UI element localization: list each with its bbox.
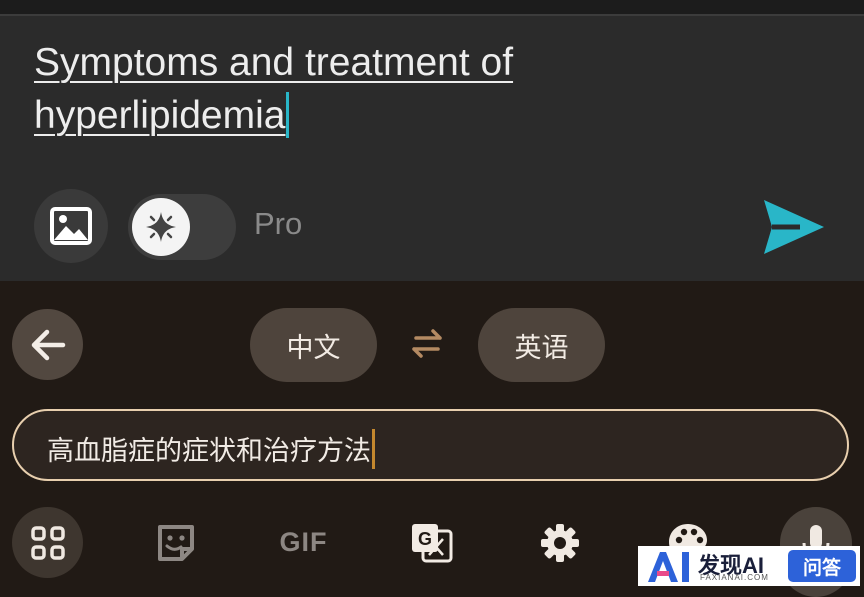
settings-button[interactable] xyxy=(524,507,595,578)
pro-label: Pro xyxy=(254,206,303,241)
text-cursor xyxy=(286,92,290,138)
gear-icon xyxy=(540,523,579,562)
source-language-button[interactable]: 中文 xyxy=(250,308,377,382)
send-button[interactable] xyxy=(760,198,826,260)
svg-text:G: G xyxy=(417,529,431,549)
back-button[interactable] xyxy=(12,309,83,380)
watermark-domain: FAXIANAI.COM xyxy=(700,573,769,582)
attach-image-button[interactable] xyxy=(34,189,108,263)
image-icon xyxy=(50,207,92,245)
swap-languages-button[interactable] xyxy=(408,328,446,362)
gif-button[interactable]: GIF xyxy=(268,507,339,578)
query-text-area[interactable]: Symptoms and treatment of hyperlipidemia xyxy=(34,36,754,142)
sticker-icon xyxy=(157,524,194,561)
toggle-knob xyxy=(132,198,190,256)
apps-grid-icon xyxy=(30,525,65,560)
translation-input[interactable]: 高血脂症的症状和治疗方法 xyxy=(12,409,849,481)
source-language-label: 中文 xyxy=(286,332,341,364)
arrow-left-icon xyxy=(31,329,65,360)
translation-cursor xyxy=(372,429,375,469)
translation-text-row: 高血脂症的症状和治疗方法 xyxy=(47,429,375,469)
target-language-button[interactable]: 英语 xyxy=(478,308,605,382)
status-strip xyxy=(0,0,864,14)
watermark-logo xyxy=(648,552,689,582)
gif-label: GIF xyxy=(279,527,328,557)
watermark-badge: 问答 xyxy=(788,550,856,582)
sparkle-icon xyxy=(146,212,176,242)
query-text: Symptoms and treatment of hyperlipidemia xyxy=(34,41,514,137)
swap-arrows-icon xyxy=(412,329,442,358)
apps-button[interactable] xyxy=(12,507,83,578)
target-language-label: 英语 xyxy=(514,332,569,364)
translate-button[interactable]: G xyxy=(396,507,467,578)
sticker-button[interactable] xyxy=(140,507,211,578)
watermark: 发现AI FAXIANAI.COM 问答 xyxy=(638,546,860,586)
send-icon xyxy=(764,200,824,254)
translate-icon: G xyxy=(411,523,452,562)
translation-text: 高血脂症的症状和治疗方法 xyxy=(47,436,371,467)
pro-mode-toggle[interactable] xyxy=(128,194,236,260)
